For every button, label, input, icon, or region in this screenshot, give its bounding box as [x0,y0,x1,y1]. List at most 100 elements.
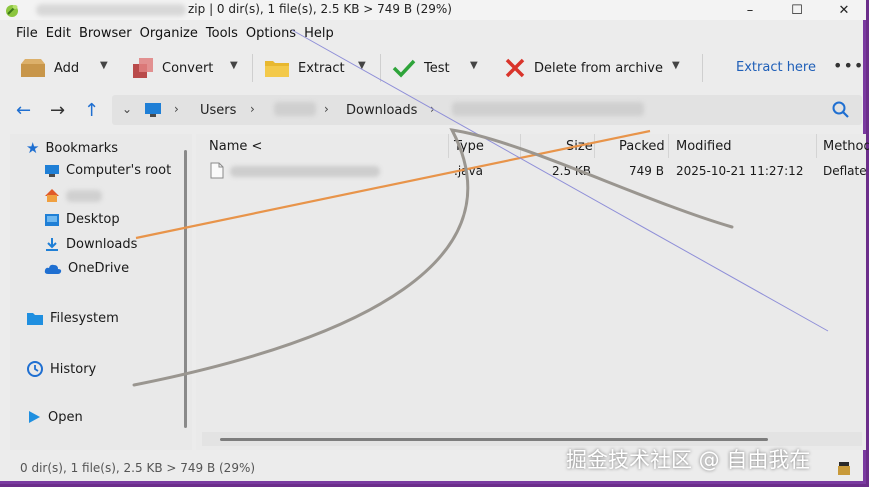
toolbar-divider [702,54,703,82]
minimize-icon: – [746,2,754,18]
column-divider[interactable] [668,134,669,158]
toolbar-divider [380,54,381,82]
archive-box-icon [21,59,45,77]
star-icon: ★ [26,139,40,157]
forward-arrow-icon[interactable]: → [50,100,65,121]
column-header-size[interactable]: Size [566,139,593,154]
delete-from-archive-button[interactable]: Delete from archive [504,54,663,82]
sidebar-scrollbar[interactable] [184,150,187,428]
sidebar-item-downloads[interactable]: Downloads [44,237,137,252]
menu-organize[interactable]: Organize [140,24,206,44]
sidebar-item-label: OneDrive [68,261,130,276]
search-icon[interactable] [832,101,850,119]
column-header-modified[interactable]: Modified [676,139,731,154]
status-bar-text: 0 dir(s), 1 file(s), 2.5 KB > 749 B (29%… [20,461,256,475]
column-divider[interactable] [594,134,595,158]
column-header-method[interactable]: Method [823,139,869,154]
app-window: zip | 0 dir(s), 1 file(s), 2.5 KB > 749 … [0,0,869,484]
delete-label: Delete from archive [534,60,663,76]
test-dropdown-chevron-icon[interactable]: ▼ [470,60,478,71]
more-options-icon[interactable]: ••• [833,56,864,75]
menu-edit[interactable]: Edit [46,24,79,44]
home-icon [45,189,59,202]
sidebar-item-open[interactable]: Open [26,409,83,425]
horizontal-scrollbar-thumb[interactable] [220,438,768,441]
file-packed: 749 B [629,164,664,178]
sidebar-item-bookmarks[interactable]: ★ Bookmarks [26,139,118,157]
history-clock-icon [27,361,43,377]
file-size: 2.5 KB [552,164,591,178]
file-list: Name < Type Size Packed Modified Method … [196,134,869,450]
red-x-icon [505,58,525,78]
sidebar-item-onedrive[interactable]: OneDrive [44,261,129,276]
breadcrumb-user-redacted[interactable] [274,102,316,116]
column-divider[interactable] [520,134,521,158]
toolbar: Add ▼ Convert ▼ Extract ▼ Test ▼ Delete … [8,46,864,90]
window-title: zip | 0 dir(s), 1 file(s), 2.5 KB > 749 … [188,2,452,16]
archive-status-icon [838,462,850,475]
sidebar-item-label: Open [48,409,83,425]
file-icon [210,162,224,179]
menu-tools[interactable]: Tools [206,24,246,44]
peazip-logo-icon [6,5,18,17]
sidebar-item-label: History [50,361,97,377]
column-header-type[interactable]: Type [454,139,484,154]
play-triangle-icon [29,411,40,423]
chevron-down-icon[interactable]: ⌄ [122,102,132,116]
add-button[interactable]: Add [20,54,79,82]
add-label: Add [54,60,80,76]
close-button[interactable]: ✕ [822,0,866,20]
menu-browser[interactable]: Browser [79,24,140,44]
extract-here-link[interactable]: Extract here [736,60,816,75]
watermark-text: 掘金技术社区 @ 自由我在 [566,448,811,472]
folder-icon [27,312,43,325]
extract-dropdown-chevron-icon[interactable]: ▼ [358,60,366,71]
convert-icon [133,58,153,78]
convert-dropdown-chevron-icon[interactable]: ▼ [230,60,238,71]
file-name-redacted [230,166,380,177]
menu-bar: File Edit Browser Organize Tools Options… [0,24,342,44]
maximize-button[interactable]: ☐ [775,0,819,20]
column-divider[interactable] [448,134,449,158]
breadcrumb-downloads[interactable]: Downloads [346,103,417,118]
breadcrumb-chevron-icon: › [174,102,179,116]
sidebar-item-history[interactable]: History [26,360,96,378]
sidebar: ★ Bookmarks Computer's root Desktop Down… [10,134,192,450]
column-divider[interactable] [816,134,817,158]
computer-icon [45,164,59,177]
menu-help[interactable]: Help [304,24,342,44]
add-dropdown-chevron-icon[interactable]: ▼ [100,60,108,71]
breadcrumb-archive-redacted[interactable] [452,102,644,116]
up-arrow-icon[interactable]: ↑ [84,100,99,121]
computer-icon[interactable] [144,102,162,118]
address-bar[interactable]: ⌄ › Users › › Downloads › [112,95,862,125]
menu-options[interactable]: Options [246,24,304,44]
menu-file[interactable]: File [0,24,46,44]
file-method: Deflate [823,164,867,178]
folder-icon [265,61,289,77]
back-arrow-icon[interactable]: ← [16,100,31,121]
sidebar-item-label: Bookmarks [45,140,119,156]
minimize-button[interactable]: – [728,0,772,20]
breadcrumb-users[interactable]: Users [200,103,236,118]
test-button[interactable]: Test [392,54,450,82]
sidebar-item-home[interactable] [44,188,102,203]
breadcrumb-chevron-icon: › [430,102,435,116]
sidebar-item-computer-root[interactable]: Computer's root [44,163,171,178]
file-modified: 2025-10-21 11:27:12 [676,164,804,178]
test-label: Test [424,60,450,76]
column-header-packed[interactable]: Packed [619,139,665,154]
sidebar-item-desktop[interactable]: Desktop [44,212,120,227]
sidebar-item-label: Desktop [66,212,120,227]
cloud-icon [44,264,62,274]
sidebar-item-filesystem[interactable]: Filesystem [26,311,119,326]
home-label-redacted [66,189,102,202]
download-arrow-icon [46,238,58,251]
desktop-icon [45,213,59,226]
column-header-name[interactable]: Name < [209,139,262,154]
convert-button[interactable]: Convert [132,54,213,82]
delete-dropdown-chevron-icon[interactable]: ▼ [672,60,680,71]
extract-button[interactable]: Extract [264,54,345,82]
convert-label: Convert [162,60,214,76]
title-redacted-blur [36,4,186,16]
